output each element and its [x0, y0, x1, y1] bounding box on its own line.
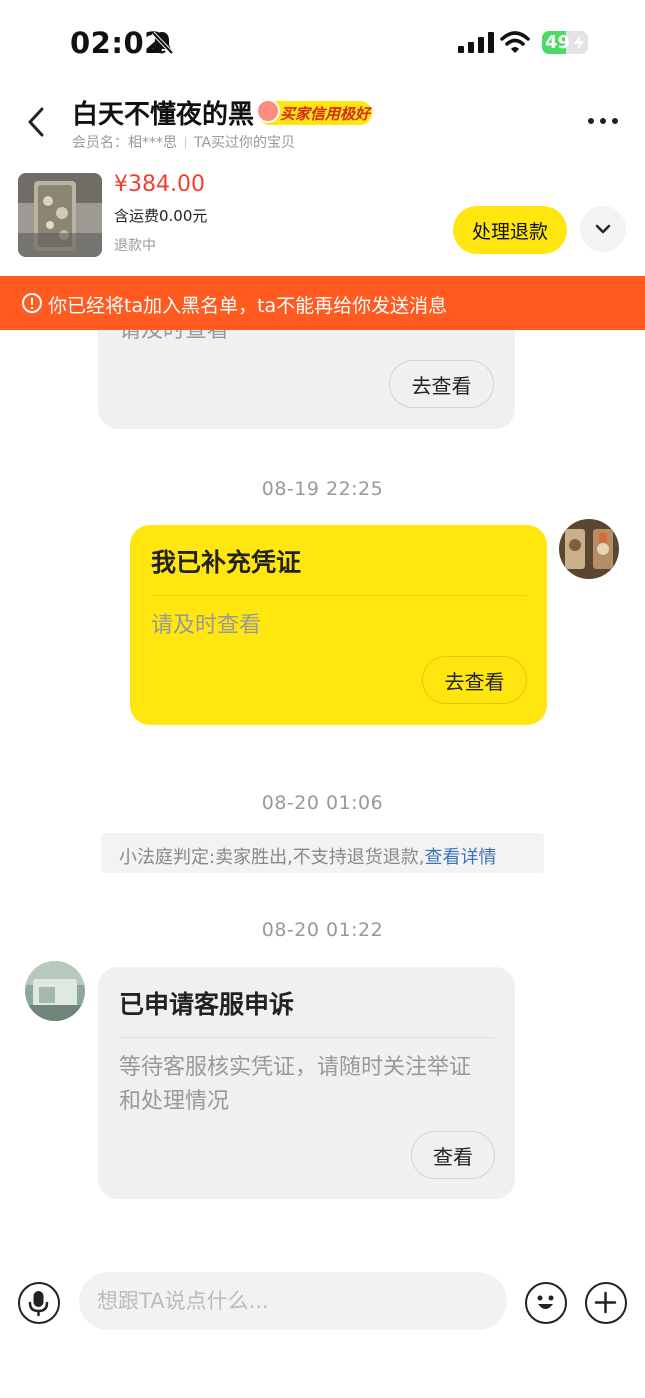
- message-card: 请及时查看 去查看: [98, 330, 515, 429]
- member-name: 会员名：相***思: [72, 135, 177, 151]
- product-shipping: 含运费0.00元: [114, 207, 208, 225]
- chevron-down-icon: [595, 224, 611, 234]
- wifi-icon: [500, 31, 530, 53]
- banner-text: 你已经将ta加入黑名单，ta不能再给你发送消息: [48, 295, 448, 317]
- emoji-icon: [537, 1295, 554, 1309]
- contact-name[interactable]: 白天不懂夜的黑: [72, 94, 254, 131]
- microphone-icon: [28, 1291, 49, 1317]
- expand-button[interactable]: [580, 206, 626, 252]
- battery-charging-icon: 49: [542, 31, 588, 54]
- message-card-received: 已申请客服申诉 等待客服核实凭证，请随时关注举证和处理情况 查看: [98, 967, 515, 1199]
- my-avatar[interactable]: [559, 519, 619, 579]
- message-body: 请及时查看: [151, 613, 262, 638]
- credit-badge-text: 买家信用极好: [280, 105, 371, 123]
- message-title: 我已补充凭证: [151, 548, 302, 577]
- contact-avatar[interactable]: [25, 961, 85, 1021]
- process-refund-button[interactable]: 处理退款: [453, 206, 567, 254]
- smiley-face-icon: [256, 99, 280, 123]
- info-circle-icon: [22, 293, 42, 313]
- view-button[interactable]: 去查看: [389, 360, 494, 408]
- product-thumbnail[interactable]: [18, 173, 102, 257]
- status-bar: 02:02 49: [0, 0, 645, 90]
- view-button[interactable]: 去查看: [422, 656, 527, 704]
- bell-muted-icon: [151, 31, 174, 55]
- message-title: 已申请客服申诉: [119, 990, 295, 1019]
- emoji-button[interactable]: [525, 1282, 567, 1324]
- voice-button[interactable]: [18, 1282, 60, 1324]
- message-card-sent: 我已补充凭证 请及时查看 去查看: [130, 525, 547, 725]
- chat-messages[interactable]: 请及时查看 去查看 08-19 22:25 我已补充凭证 请及时查看 去查看 0…: [0, 330, 645, 1260]
- credit-badge: 买家信用极好: [256, 99, 372, 125]
- header-subtitle: 会员名：相***思 TA买过你的宝贝: [72, 132, 295, 152]
- view-details-link[interactable]: 查看详情: [425, 847, 497, 868]
- plus-button[interactable]: [585, 1282, 627, 1324]
- refund-status: 退款中: [114, 238, 156, 254]
- input-bar: [0, 1262, 645, 1342]
- product-bar: ¥384.00 含运费0.00元 退款中 处理退款: [0, 170, 645, 262]
- chat-header: 白天不懂夜的黑 买家信用极好 会员名：相***思 TA买过你的宝贝: [0, 90, 645, 158]
- system-notice-text: 小法庭判定:卖家胜出,不支持退货退款,: [119, 847, 425, 868]
- purchase-relation: TA买过你的宝贝: [194, 135, 296, 151]
- blacklist-banner: 你已经将ta加入黑名单，ta不能再给你发送消息: [0, 276, 645, 330]
- message-body: 请及时查看: [119, 330, 230, 343]
- view-button[interactable]: 查看: [411, 1131, 495, 1179]
- cellular-signal-icon: [458, 31, 494, 53]
- timestamp: 08-20 01:22: [261, 919, 384, 941]
- product-price: ¥384.00: [114, 172, 205, 197]
- plus-icon: [594, 1291, 617, 1314]
- timestamp: 08-19 22:25: [261, 478, 384, 500]
- more-dots-icon[interactable]: [588, 118, 618, 124]
- battery-level: 49: [545, 32, 571, 53]
- message-body: 等待客服核实凭证，请随时关注举证和处理情况: [119, 1055, 472, 1114]
- message-input[interactable]: [79, 1272, 507, 1330]
- system-notice: 小法庭判定:卖家胜出,不支持退货退款,查看详情: [101, 833, 544, 873]
- timestamp: 08-20 01:06: [261, 792, 384, 814]
- back-arrow-icon[interactable]: [22, 104, 52, 140]
